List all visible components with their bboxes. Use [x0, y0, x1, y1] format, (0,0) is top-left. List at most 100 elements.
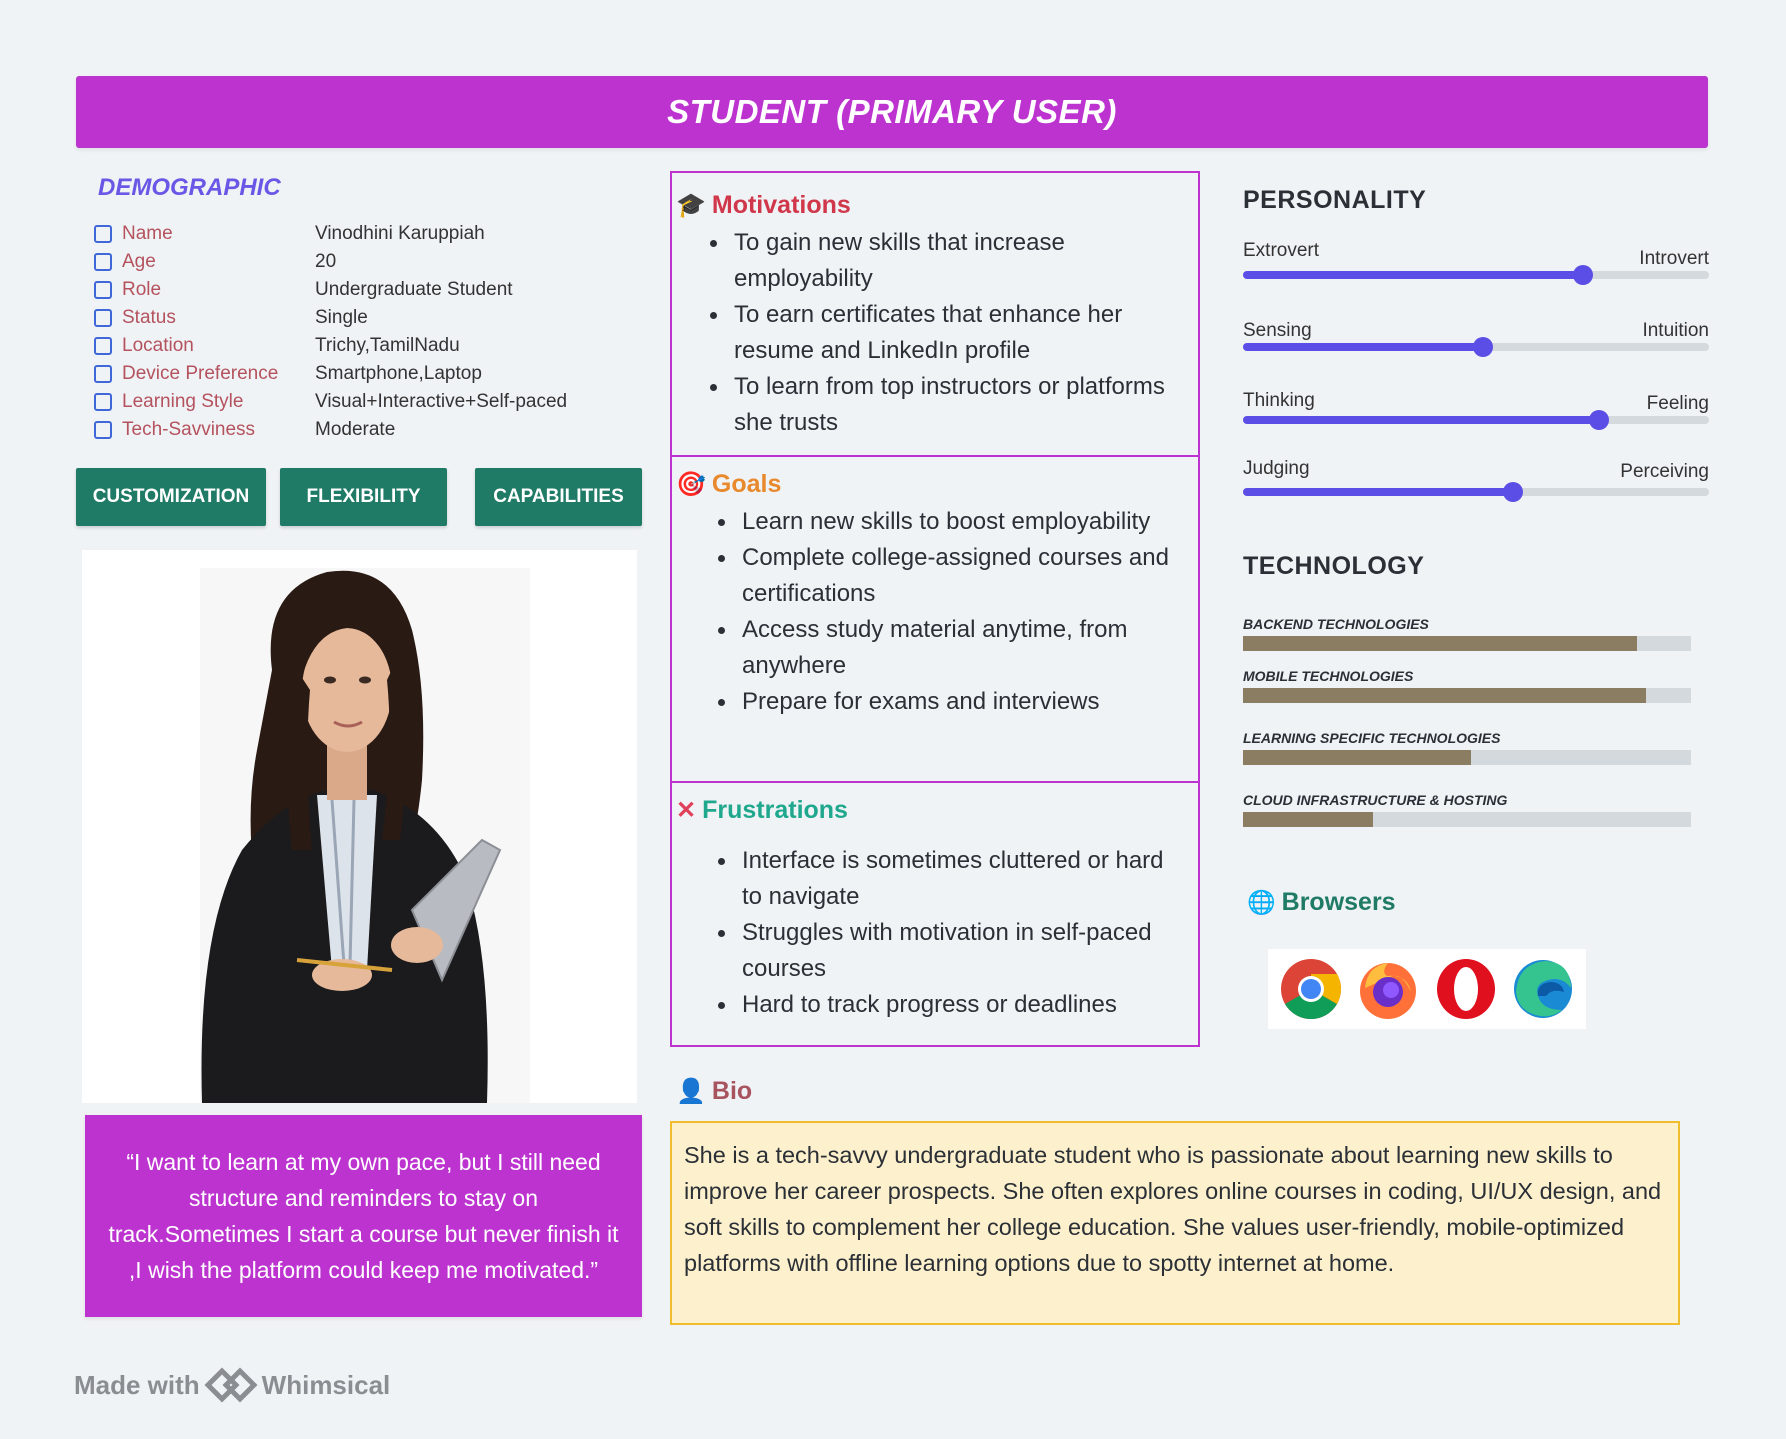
personality-slider-sensing-intuition[interactable]: Sensing Intuition [1243, 318, 1709, 368]
demographic-value: Trichy,TamilNadu [315, 335, 460, 356]
demographic-label: Location [122, 335, 194, 356]
demographic-row-tech-savviness: Tech-Savviness Moderate [94, 418, 654, 442]
slider-knob[interactable] [1573, 265, 1594, 285]
tech-bar-learning: LEARNING SPECIFIC TECHNOLOGIES [1243, 730, 1691, 765]
tech-bar-fill [1243, 636, 1638, 651]
persona-illustration [200, 568, 530, 1103]
demographic-row-age: Age 20 [94, 250, 654, 274]
tech-bar-label: LEARNING SPECIFIC TECHNOLOGIES [1243, 730, 1501, 746]
checkbox[interactable] [94, 225, 112, 243]
page-title: STUDENT (PRIMARY USER) [667, 93, 1117, 130]
demographic-label: Status [122, 307, 176, 328]
demographic-value: Visual+Interactive+Self-paced [315, 391, 568, 412]
checkbox[interactable] [94, 253, 112, 271]
tech-bar-backend: BACKEND TECHNOLOGIES [1243, 616, 1691, 651]
slider-fill [1243, 271, 1584, 279]
tech-bar-fill [1243, 750, 1472, 765]
motivations-goals-frustrations-panel: 🎓 Motivations To gain new skills that in… [670, 171, 1200, 1047]
bio-header: 👤 Bio [676, 1077, 752, 1106]
tag-capabilities[interactable]: CAPABILITIES [475, 468, 642, 526]
list-item: Interface is sometimes cluttered or hard… [714, 843, 1184, 915]
demographic-value: Vinodhini Karuppiah [315, 223, 485, 244]
list-item: Learn new skills to boost employability [714, 504, 1184, 540]
slider-left-label: Thinking [1243, 390, 1315, 411]
demographic-value: Moderate [315, 419, 396, 440]
demographic-label: Tech-Savviness [122, 419, 256, 440]
slider-fill [1243, 416, 1600, 424]
demographic-value: Single [315, 307, 368, 328]
slider-track [1243, 265, 1709, 285]
checkbox[interactable] [94, 337, 112, 355]
goals-section: 🎯 Goals Learn new skills to boost employ… [672, 457, 1198, 781]
slider-knob[interactable] [1503, 482, 1524, 502]
tech-bar-track [1243, 636, 1691, 651]
persona-photo [82, 550, 637, 1103]
whimsical-logo-icon [204, 1367, 258, 1403]
frustrations-title: Frustrations [702, 796, 848, 824]
slider-track [1243, 482, 1709, 502]
tech-bar-label: MOBILE TECHNOLOGIES [1243, 668, 1414, 684]
personality-title: PERSONALITY [1243, 186, 1427, 214]
slider-knob[interactable] [1589, 410, 1610, 430]
slider-knob[interactable] [1472, 337, 1493, 357]
checkbox[interactable] [94, 421, 112, 439]
tech-bar-track [1243, 688, 1691, 703]
page-title-banner: STUDENT (PRIMARY USER) [76, 76, 1708, 148]
demographic-row-location: Location Trichy,TamilNadu [94, 334, 654, 358]
technology-title: TECHNOLOGY [1243, 552, 1425, 580]
opera-icon[interactable] [1435, 958, 1497, 1020]
list-item: To earn certificates that enhance her re… [706, 297, 1176, 369]
demographic-value: 20 [315, 251, 337, 272]
tag-flexibility[interactable]: FLEXIBILITY [280, 468, 447, 526]
checkbox[interactable] [94, 365, 112, 383]
frustrations-list: Interface is sometimes cluttered or hard… [714, 843, 1184, 1023]
demographic-label: Learning Style [122, 391, 244, 412]
firefox-icon[interactable] [1357, 958, 1419, 1020]
personality-slider-judging-perceiving[interactable]: Judging Perceiving [1243, 456, 1709, 506]
browsers-header: 🌐 Browsers [1247, 888, 1396, 917]
tech-bar-label: BACKEND TECHNOLOGIES [1243, 616, 1429, 632]
list-item: Hard to track progress or deadlines [714, 987, 1184, 1023]
made-with-badge[interactable]: Made with Whimsical [74, 1365, 390, 1405]
slider-track [1243, 410, 1709, 430]
demographic-label: Device Preference [122, 363, 279, 384]
tech-bar-track [1243, 750, 1691, 765]
demographic-value: Smartphone,Laptop [315, 363, 482, 384]
checkbox[interactable] [94, 281, 112, 299]
demographic-row-device: Device Preference Smartphone,Laptop [94, 362, 654, 386]
browser-icons [1268, 949, 1586, 1029]
tech-bar-fill [1243, 688, 1647, 703]
personality-slider-thinking-feeling[interactable]: Thinking Feeling [1243, 388, 1709, 438]
list-item: To learn from top instructors or platfor… [706, 369, 1176, 441]
bio-text: She is a tech-savvy undergraduate studen… [670, 1121, 1680, 1325]
slider-right-label: Feeling [1646, 393, 1709, 414]
tag-customization[interactable]: CUSTOMIZATION [76, 468, 266, 526]
list-item: Prepare for exams and interviews [714, 684, 1184, 720]
globe-icon: 🌐 [1247, 889, 1276, 915]
slider-left-label: Extrovert [1243, 240, 1320, 261]
tech-bar-fill [1243, 812, 1373, 827]
edge-icon[interactable] [1512, 958, 1574, 1020]
persona-quote: “I want to learn at my own pace, but I s… [85, 1115, 642, 1317]
chrome-icon[interactable] [1280, 958, 1342, 1020]
motivations-list: To gain new skills that increase employa… [706, 225, 1176, 441]
demographic-row-status: Status Single [94, 306, 654, 330]
tech-bar-mobile: MOBILE TECHNOLOGIES [1243, 668, 1691, 703]
checkbox[interactable] [94, 393, 112, 411]
list-item: Struggles with motivation in self-paced … [714, 915, 1184, 987]
demographic-label: Name [122, 223, 173, 244]
cross-icon: ✕ [676, 797, 697, 824]
checkbox[interactable] [94, 309, 112, 327]
slider-fill [1243, 343, 1483, 351]
slider-left-label: Judging [1243, 458, 1310, 479]
tech-bar-label: CLOUD INFRASTRUCTURE & HOSTING [1243, 792, 1508, 808]
motivations-section: 🎓 Motivations To gain new skills that in… [672, 173, 1198, 455]
list-item: To gain new skills that increase employa… [706, 225, 1176, 297]
whimsical-brand: Whimsical [261, 1369, 391, 1400]
personality-slider-extrovert-introvert[interactable]: Extrovert Introvert [1243, 238, 1709, 288]
motivations-title: Motivations [711, 191, 851, 219]
goals-title: Goals [711, 470, 782, 498]
list-item: Complete college-assigned courses and ce… [714, 540, 1184, 612]
target-icon: 🎯 [676, 471, 706, 498]
demographic-value: Undergraduate Student [315, 279, 513, 300]
